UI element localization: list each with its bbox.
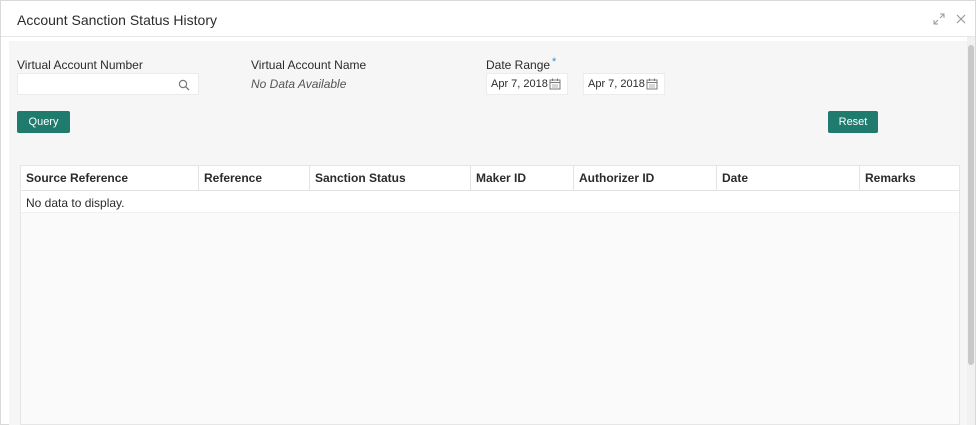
virtual-account-number-label: Virtual Account Number	[17, 58, 143, 72]
column-header-authorizer-id[interactable]: Authorizer ID	[574, 166, 717, 191]
title-bar: Account Sanction Status History	[1, 1, 975, 37]
query-button[interactable]: Query	[17, 111, 70, 133]
column-header-maker-id[interactable]: Maker ID	[471, 166, 574, 191]
required-marker: *	[552, 56, 557, 68]
column-header-source-reference[interactable]: Source Reference	[21, 166, 199, 191]
calendar-icon[interactable]	[646, 78, 658, 90]
date-range-label: Date Range *	[486, 56, 557, 72]
main-content: Virtual Account Number Virtual Account N…	[9, 41, 967, 425]
sanction-history-window: Account Sanction Status History Virtual …	[0, 0, 976, 425]
column-header-remarks[interactable]: Remarks	[860, 166, 959, 191]
column-header-sanction-status[interactable]: Sanction Status	[310, 166, 471, 191]
scroll-up-icon[interactable]	[968, 37, 974, 49]
date-from-field[interactable]: Apr 7, 2018	[486, 73, 568, 95]
title-bar-actions	[933, 12, 967, 25]
calendar-icon[interactable]	[549, 78, 561, 90]
close-icon[interactable]	[955, 12, 967, 24]
date-to-value: Apr 7, 2018	[588, 78, 645, 90]
virtual-account-number-input[interactable]	[18, 74, 168, 94]
filter-panel: Virtual Account Number Virtual Account N…	[9, 41, 967, 149]
date-range-label-text: Date Range	[486, 58, 551, 72]
virtual-account-name-label: Virtual Account Name	[251, 58, 367, 72]
vertical-scrollbar[interactable]	[967, 37, 975, 425]
table-header: Source Reference Reference Sanction Stat…	[21, 166, 959, 191]
virtual-account-name-value: No Data Available	[251, 77, 347, 91]
empty-table-message: No data to display.	[26, 196, 125, 210]
results-table: Source Reference Reference Sanction Stat…	[20, 165, 960, 425]
scroll-down-icon[interactable]	[968, 419, 974, 425]
search-icon[interactable]	[178, 78, 190, 91]
column-header-reference[interactable]: Reference	[199, 166, 310, 191]
virtual-account-number-field[interactable]	[17, 73, 199, 95]
window-title: Account Sanction Status History	[17, 12, 217, 28]
expand-icon[interactable]	[933, 12, 945, 25]
date-from-value: Apr 7, 2018	[491, 78, 548, 90]
reset-button[interactable]: Reset	[828, 111, 878, 133]
scrollbar-thumb[interactable]	[968, 45, 974, 365]
date-to-field[interactable]: Apr 7, 2018	[583, 73, 665, 95]
column-header-date[interactable]: Date	[717, 166, 860, 191]
table-row: No data to display.	[21, 191, 959, 213]
